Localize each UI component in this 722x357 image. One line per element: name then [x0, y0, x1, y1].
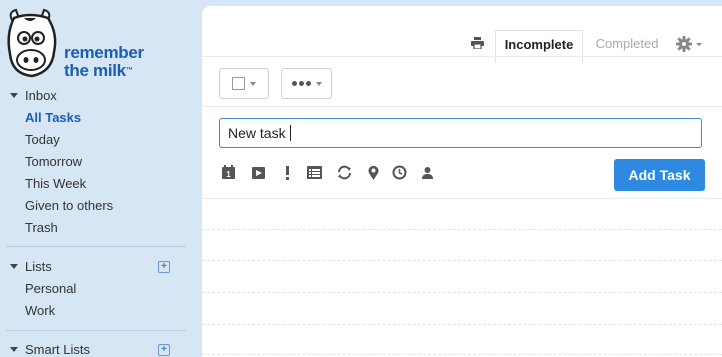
- caret-down-icon: [10, 347, 18, 352]
- chevron-down-icon: [315, 81, 322, 86]
- empty-task-row: [202, 292, 722, 293]
- chevron-down-icon: [250, 81, 256, 86]
- toolbar-divider: [202, 106, 722, 107]
- add-list-icon[interactable]: +: [158, 261, 170, 273]
- sidebar-item-this-week[interactable]: This Week: [25, 176, 86, 191]
- main-panel: Incomplete Completed New task 1 Add Task: [202, 6, 722, 357]
- sidebar-divider: [6, 330, 186, 331]
- svg-text:1: 1: [226, 170, 231, 179]
- empty-task-row: [202, 260, 722, 261]
- brand-line-1: remember: [64, 43, 144, 62]
- caret-down-icon: [10, 264, 18, 269]
- priority-icon[interactable]: [280, 165, 295, 180]
- empty-task-row: [202, 324, 722, 325]
- smart-lists-section-toggle[interactable]: Smart Lists: [10, 342, 90, 357]
- estimate-icon[interactable]: [392, 165, 407, 180]
- add-smart-list-icon[interactable]: +: [158, 344, 170, 356]
- checkbox-icon: [232, 77, 245, 90]
- sidebar-item-all-tasks[interactable]: All Tasks: [25, 110, 81, 125]
- tab-incomplete[interactable]: Incomplete: [495, 30, 583, 63]
- lists-section-toggle[interactable]: Lists: [10, 259, 52, 274]
- due-date-icon[interactable]: 1: [221, 165, 236, 180]
- new-task-input-value: New task: [228, 125, 286, 141]
- brand-line-2: the milk: [64, 61, 126, 80]
- assign-icon[interactable]: [420, 165, 435, 180]
- sidebar: remember the milk™ Inbox All Tasks Today…: [0, 0, 202, 357]
- more-actions-dropdown[interactable]: [281, 68, 332, 99]
- add-task-button[interactable]: Add Task: [614, 159, 705, 191]
- empty-task-row: [202, 229, 722, 230]
- smart-lists-heading: Smart Lists: [25, 342, 91, 357]
- inbox-heading: Inbox: [25, 88, 57, 103]
- caret-down-icon: [10, 93, 18, 98]
- inbox-section-toggle[interactable]: Inbox: [10, 88, 57, 103]
- print-icon[interactable]: [471, 37, 484, 49]
- repeat-icon[interactable]: [337, 165, 352, 180]
- sidebar-divider: [6, 246, 186, 247]
- sidebar-item-trash[interactable]: Trash: [25, 220, 58, 235]
- gear-icon[interactable]: [676, 36, 704, 52]
- text-cursor: [289, 125, 291, 141]
- more-icon: [291, 81, 311, 86]
- select-checkbox-dropdown[interactable]: [219, 68, 269, 99]
- trademark-symbol: ™: [125, 67, 133, 74]
- new-task-input[interactable]: New task: [219, 118, 702, 148]
- lists-heading: Lists: [25, 259, 52, 274]
- sidebar-item-work[interactable]: Work: [25, 303, 55, 318]
- list-icon[interactable]: [307, 165, 322, 180]
- tab-completed[interactable]: Completed: [590, 30, 664, 62]
- sidebar-item-tomorrow[interactable]: Tomorrow: [25, 154, 82, 169]
- start-date-icon[interactable]: [251, 165, 266, 180]
- brand-wordmark: remember the milk™: [64, 44, 144, 80]
- rtm-logo[interactable]: remember the milk™: [2, 6, 162, 80]
- header-divider: [202, 56, 722, 57]
- sidebar-item-today[interactable]: Today: [25, 132, 60, 147]
- sidebar-item-personal[interactable]: Personal: [25, 281, 76, 296]
- empty-task-row: [202, 354, 722, 355]
- cow-icon: [7, 8, 57, 78]
- location-icon[interactable]: [366, 165, 381, 180]
- task-list-divider: [202, 198, 722, 199]
- sidebar-item-given-to-others[interactable]: Given to others: [25, 198, 113, 213]
